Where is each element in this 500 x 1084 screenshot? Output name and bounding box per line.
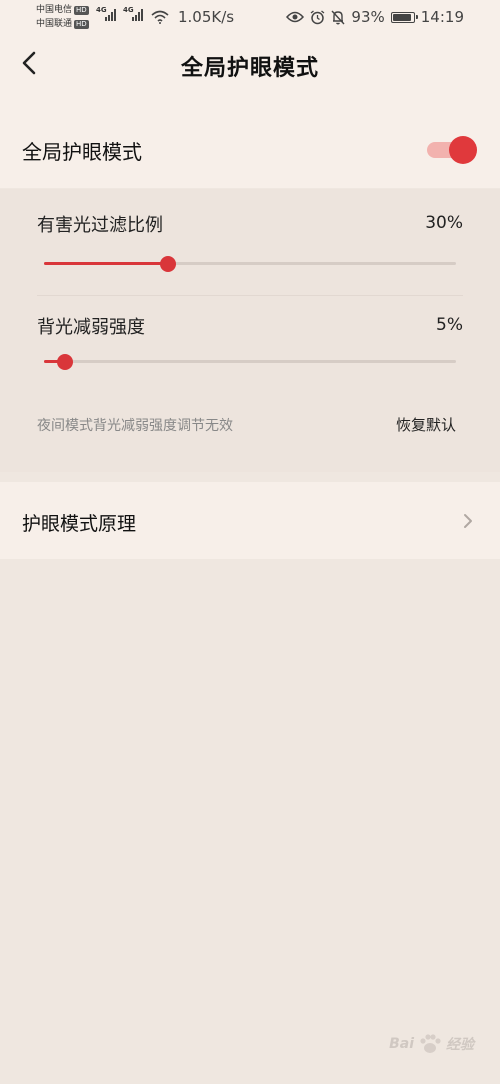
principle-row[interactable]: 护眼模式原理	[0, 482, 500, 559]
global-mode-switch[interactable]	[427, 135, 477, 165]
divider	[37, 295, 463, 296]
net-speed: 1.05K/s	[178, 8, 235, 26]
filter-label: 有害光过滤比例	[37, 215, 163, 236]
network-type-label: 4G	[123, 6, 134, 14]
filter-slider[interactable]	[44, 254, 456, 274]
hd-badge: HD	[74, 5, 89, 15]
alarm-icon	[311, 9, 325, 24]
mute-bell-icon	[331, 10, 345, 24]
paw-icon	[420, 1034, 441, 1053]
wifi-icon	[151, 10, 169, 24]
carrier-row-2: 中国联通 HD	[36, 17, 89, 31]
clock: 14:19	[420, 8, 464, 26]
battery-fill	[392, 13, 411, 21]
principle-label: 护眼模式原理	[22, 513, 137, 535]
carrier-row-1: 中国电信 HD	[36, 3, 89, 17]
settings-panel: 有害光过滤比例 30% 背光减弱强度 5% 夜间模式背光减弱强度调节无效 恢复默…	[0, 189, 500, 472]
hint-text: 夜间模式背光减弱强度调节无效	[37, 418, 233, 434]
backlight-slider[interactable]	[44, 352, 456, 372]
watermark: Bai 经验	[389, 1032, 474, 1056]
status-bar: 中国电信 HD 中国联通 HD 4G 4G 1.05K/s 93% 14:19	[0, 0, 500, 34]
hd-badge: HD	[74, 19, 89, 29]
battery-icon	[390, 11, 418, 23]
carrier-2-label: 中国联通	[36, 19, 73, 29]
backlight-value: 5%	[436, 315, 463, 335]
signal-icon: 4G	[96, 6, 116, 21]
watermark-left-text: Bai	[389, 1036, 414, 1052]
switch-knob	[449, 136, 477, 164]
network-type-label: 4G	[96, 6, 107, 14]
global-mode-label: 全局护眼模式	[22, 140, 142, 164]
slider-rail	[44, 360, 456, 363]
status-right: 93% 14:19	[286, 8, 464, 26]
slider-thumb[interactable]	[160, 256, 176, 272]
watermark-right-text: 经验	[446, 1037, 474, 1053]
carrier-info: 中国电信 HD 中国联通 HD	[36, 3, 89, 31]
reset-default-button[interactable]: 恢复默认	[396, 414, 456, 435]
page-title: 全局护眼模式	[180, 56, 319, 81]
filter-value: 30%	[425, 213, 463, 233]
chevron-right-icon	[464, 514, 472, 528]
carrier-1-label: 中国电信	[36, 5, 73, 15]
slider-thumb[interactable]	[57, 354, 73, 370]
signal-group: 4G 4G	[96, 6, 143, 21]
global-mode-row: 全局护眼模式	[0, 94, 500, 188]
header: 全局护眼模式	[0, 34, 500, 94]
slider-fill	[44, 262, 168, 265]
backlight-label: 背光减弱强度	[37, 317, 145, 338]
eye-icon	[286, 11, 305, 23]
signal-icon: 4G	[123, 6, 143, 21]
battery-percent: 93%	[351, 8, 385, 26]
